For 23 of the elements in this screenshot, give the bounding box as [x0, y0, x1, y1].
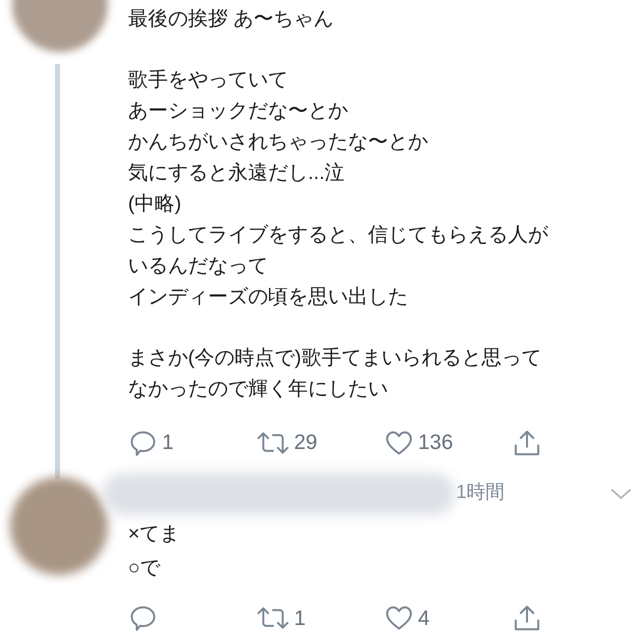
- like-count: 136: [418, 430, 454, 456]
- chevron-down-icon[interactable]: [610, 486, 632, 500]
- tweet-text-line: ○で: [128, 556, 160, 580]
- tweet-text-line: かんちがいされちゃったな〜とか: [128, 130, 428, 155]
- timestamp[interactable]: 1時間: [456, 479, 505, 508]
- avatar[interactable]: [10, 476, 108, 574]
- share-icon[interactable]: [512, 603, 542, 634]
- reply-count: 1: [162, 430, 174, 456]
- tweet-text-line: ×てま: [128, 522, 180, 546]
- tweet-text-line: まさか(今の時点で)歌手てまいられると思って: [128, 346, 542, 371]
- tweet-text-line: こうしてライブをすると、信じてもらえる人が: [128, 223, 548, 248]
- tweet-text-line: いるんだなって: [128, 254, 268, 279]
- tweet-text-line: 最後の挨拶 あ〜ちゃん: [128, 7, 334, 32]
- tweet-text-line: 気にすると永遠だし...泣: [128, 161, 345, 186]
- tweet-text-line: 歌手をやっていて: [128, 68, 288, 93]
- tweet-text-line: なかったので輝く年にしたい: [128, 377, 388, 402]
- share-icon[interactable]: [512, 428, 542, 458]
- retweet-count: 1: [294, 606, 306, 632]
- tweet-text-line: (中略): [128, 192, 182, 217]
- tweet-text-line: インディーズの頃を思い出した: [128, 285, 408, 310]
- like-count: 4: [418, 606, 430, 632]
- retweet-count: 29: [294, 430, 318, 456]
- tweet-text-line: あーショックだな〜とか: [128, 99, 348, 124]
